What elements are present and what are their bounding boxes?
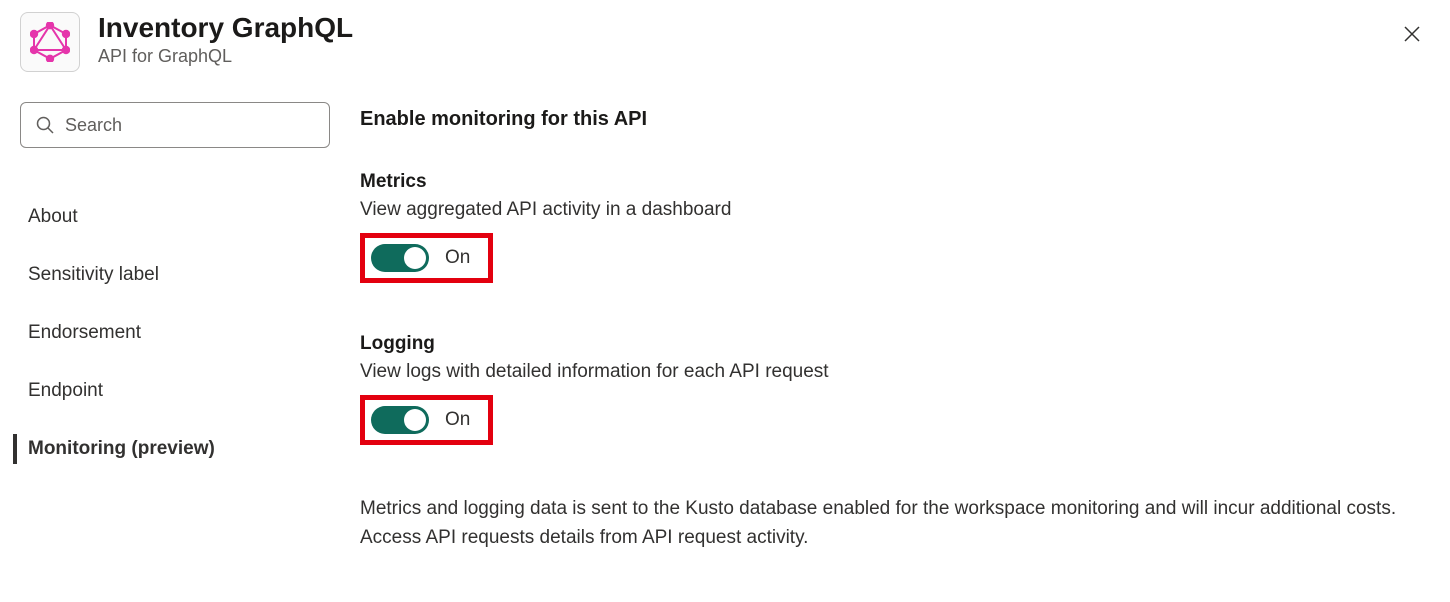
logging-block: Logging View logs with detailed informat… xyxy=(360,333,1420,445)
footer-note: Metrics and logging data is sent to the … xyxy=(360,495,1420,552)
metrics-description: View aggregated API activity in a dashbo… xyxy=(360,199,1420,221)
logging-toggle[interactable] xyxy=(371,406,429,434)
sidebar-item-sensitivity-label[interactable]: Sensitivity label xyxy=(20,246,330,304)
sidebar-item-about[interactable]: About xyxy=(20,188,330,246)
content-panel: Enable monitoring for this API Metrics V… xyxy=(360,102,1420,552)
toggle-knob xyxy=(404,409,426,431)
metrics-toggle-highlight: On xyxy=(360,233,493,283)
search-icon xyxy=(35,115,55,135)
sidebar-item-endpoint[interactable]: Endpoint xyxy=(20,362,330,420)
search-box[interactable] xyxy=(20,102,330,148)
close-button[interactable] xyxy=(1402,24,1422,49)
close-icon xyxy=(1402,24,1422,44)
metrics-toggle-label: On xyxy=(445,247,470,269)
title-block: Inventory GraphQL API for GraphQL xyxy=(98,12,353,67)
metrics-block: Metrics View aggregated API activity in … xyxy=(360,171,1420,283)
metrics-toggle[interactable] xyxy=(371,244,429,272)
metrics-heading: Metrics xyxy=(360,171,1420,193)
page-title: Inventory GraphQL xyxy=(98,12,353,44)
body-wrap: About Sensitivity label Endorsement Endp… xyxy=(0,82,1450,552)
logging-toggle-label: On xyxy=(445,409,470,431)
logging-heading: Logging xyxy=(360,333,1420,355)
logging-description: View logs with detailed information for … xyxy=(360,361,1420,383)
sidebar-item-endorsement[interactable]: Endorsement xyxy=(20,304,330,362)
search-input[interactable] xyxy=(65,115,315,136)
graphql-icon xyxy=(20,12,80,72)
sidebar: About Sensitivity label Endorsement Endp… xyxy=(20,102,330,552)
page-subtitle: API for GraphQL xyxy=(98,46,353,67)
sidebar-item-monitoring[interactable]: Monitoring (preview) xyxy=(20,420,330,478)
toggle-knob xyxy=(404,247,426,269)
page-header: Inventory GraphQL API for GraphQL xyxy=(0,0,1450,82)
section-title: Enable monitoring for this API xyxy=(360,108,1420,131)
logging-toggle-highlight: On xyxy=(360,395,493,445)
